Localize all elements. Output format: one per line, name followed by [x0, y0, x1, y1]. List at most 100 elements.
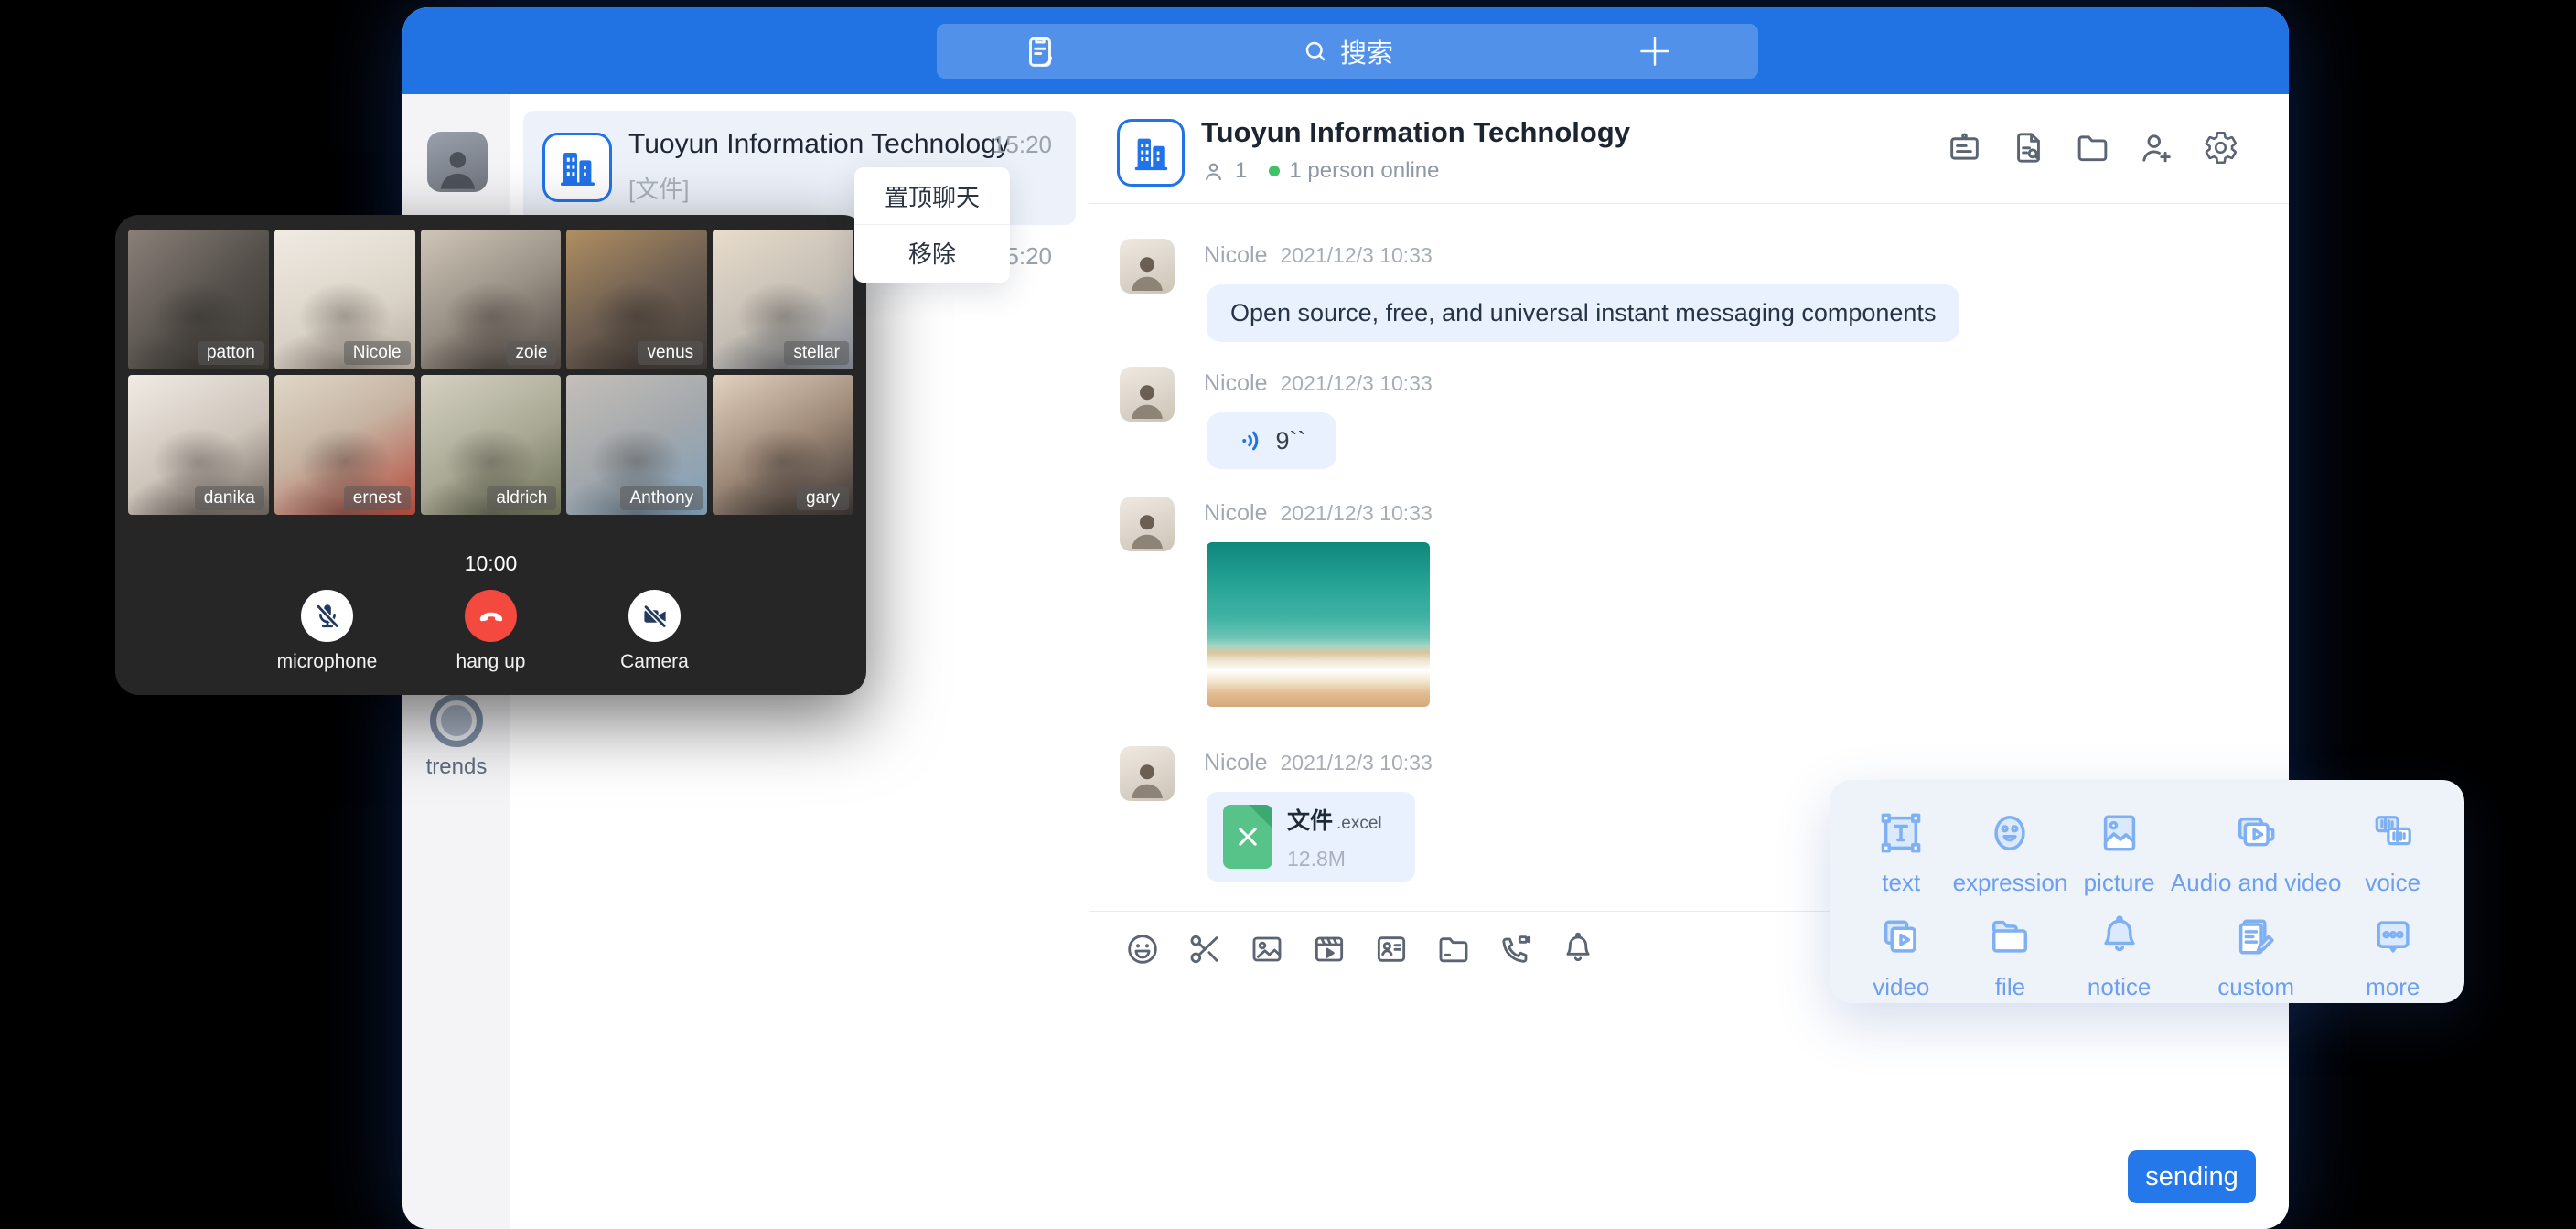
video-tile: danika: [128, 375, 269, 515]
voice-wave-icon: [1238, 426, 1267, 455]
participant-name: gary: [797, 486, 849, 510]
emoji-icon[interactable]: [1124, 931, 1161, 967]
participant-name: Anthony: [620, 486, 703, 510]
popup-item-more[interactable]: more: [2341, 912, 2444, 1001]
expression-icon: [1984, 807, 2035, 859]
participant-name: aldrich: [487, 486, 556, 510]
context-menu: 置顶聊天 移除: [854, 167, 1010, 283]
image-message[interactable]: [1207, 542, 1430, 707]
message-timestamp: 2021/12/3 10:33: [1280, 751, 1432, 775]
trends-label: trends: [402, 754, 510, 780]
file-message-bubble[interactable]: 文件.excel 12.8M: [1207, 792, 1415, 882]
image-icon[interactable]: [1249, 931, 1285, 967]
video-tile: zoie: [421, 230, 562, 369]
custom-icon: [2230, 912, 2281, 963]
more-icon: [2367, 912, 2419, 963]
file-search-icon[interactable]: [2010, 129, 2047, 166]
participant-name: danika: [195, 486, 264, 510]
announcement-icon[interactable]: [1946, 129, 1983, 166]
video-call-overlay: patton Nicole zoie venus stellar danika …: [115, 215, 866, 695]
message-timestamp: 2021/12/3 10:33: [1280, 501, 1432, 525]
popup-item-custom[interactable]: custom: [2171, 912, 2341, 1001]
participant-name: venus: [638, 341, 703, 365]
hang-up-button[interactable]: hang up: [437, 590, 545, 673]
contact-log-icon[interactable]: [1021, 32, 1059, 70]
participant-grid: patton Nicole zoie venus stellar danika …: [128, 230, 853, 515]
contact-card-icon[interactable]: [1373, 931, 1410, 967]
search-field[interactable]: 搜索: [1302, 32, 1393, 70]
group-icon: [542, 133, 612, 202]
send-button[interactable]: sending: [2128, 1150, 2256, 1203]
participant-name: ernest: [344, 486, 411, 510]
scissors-icon[interactable]: [1186, 931, 1223, 967]
user-avatar[interactable]: [427, 132, 488, 192]
file-name: 文件: [1287, 808, 1333, 834]
folder-icon[interactable]: [1435, 931, 1472, 967]
notice-icon: [2094, 912, 2145, 963]
camera-label: Camera: [601, 651, 709, 673]
avatar[interactable]: [1120, 497, 1175, 551]
popup-item-picture[interactable]: picture: [2067, 807, 2171, 897]
picture-icon: [2094, 807, 2145, 859]
mic-off-icon: [312, 601, 343, 632]
conversation-preview: [文件]: [628, 171, 689, 205]
video-tile: Nicole: [274, 230, 415, 369]
file-extension: .excel: [1336, 814, 1382, 833]
voice-duration: 9``: [1276, 427, 1306, 455]
sender-name: Nicole: [1204, 242, 1267, 268]
popup-item-text[interactable]: text: [1850, 807, 1953, 897]
add-member-icon[interactable]: [2138, 129, 2175, 166]
avatar[interactable]: [1120, 239, 1175, 294]
video-tile: patton: [128, 230, 269, 369]
call-timer: 10:00: [115, 551, 866, 576]
video-icon: [1875, 912, 1927, 963]
popup-item-file[interactable]: file: [1953, 912, 2068, 1001]
avatar[interactable]: [1120, 746, 1175, 801]
sender-name: Nicole: [1204, 750, 1267, 775]
hang-up-icon: [476, 601, 507, 632]
video-tile: Anthony: [566, 375, 707, 515]
microphone-label: microphone: [274, 651, 381, 673]
camera-off-icon: [639, 601, 671, 632]
file-size: 12.8M: [1287, 847, 1382, 871]
video-clip-icon[interactable]: [1311, 931, 1347, 967]
menu-item-pin-chat[interactable]: 置顶聊天: [854, 167, 1010, 224]
sidebar-item-trends[interactable]: trends: [402, 694, 510, 780]
video-call-icon[interactable]: [1497, 931, 1534, 967]
folder-icon[interactable]: [2074, 129, 2111, 166]
plus-icon[interactable]: [1636, 32, 1674, 70]
search-bar[interactable]: 搜索: [937, 24, 1758, 79]
chat-header: Tuoyun Information Technology 1 1 person…: [1089, 94, 2289, 204]
popup-item-video[interactable]: video: [1850, 912, 1953, 1001]
popup-item-audio-video[interactable]: Audio and video: [2171, 807, 2341, 897]
member-count: 1: [1235, 158, 1247, 184]
call-controls: microphone hang up: [115, 590, 866, 673]
avatar[interactable]: [1120, 367, 1175, 422]
trends-icon: [430, 694, 483, 747]
popup-item-expression[interactable]: expression: [1953, 807, 2068, 897]
menu-item-remove[interactable]: 移除: [854, 224, 1010, 281]
audio-video-icon: [2230, 807, 2281, 859]
excel-file-icon: [1223, 805, 1272, 869]
text-icon: [1875, 807, 1927, 859]
voice-message-bubble[interactable]: 9``: [1207, 412, 1336, 469]
chat-panel: Tuoyun Information Technology 1 1 person…: [1089, 94, 2289, 1229]
desktop-background: 搜索 trends: [0, 0, 2576, 1229]
participant-name: patton: [198, 341, 264, 365]
microphone-button[interactable]: microphone: [274, 590, 381, 673]
participant-name: stellar: [784, 341, 849, 365]
popup-item-notice[interactable]: notice: [2067, 912, 2171, 1001]
camera-button[interactable]: Camera: [601, 590, 709, 673]
app-topbar: 搜索: [402, 7, 2289, 94]
message-timestamp: 2021/12/3 10:33: [1280, 243, 1432, 267]
sender-name: Nicole: [1204, 500, 1267, 526]
participant-name: Nicole: [344, 341, 411, 365]
popup-item-voice[interactable]: voice: [2341, 807, 2444, 897]
sender-name: Nicole: [1204, 370, 1267, 396]
notice-bell-icon[interactable]: [1560, 931, 1596, 967]
conversation-title: Tuoyun Information Technology: [628, 129, 994, 160]
video-tile: ernest: [274, 375, 415, 515]
voice-icon: [2367, 807, 2419, 859]
settings-gear-icon[interactable]: [2202, 129, 2239, 166]
conversation-time: 15:20: [993, 131, 1052, 159]
